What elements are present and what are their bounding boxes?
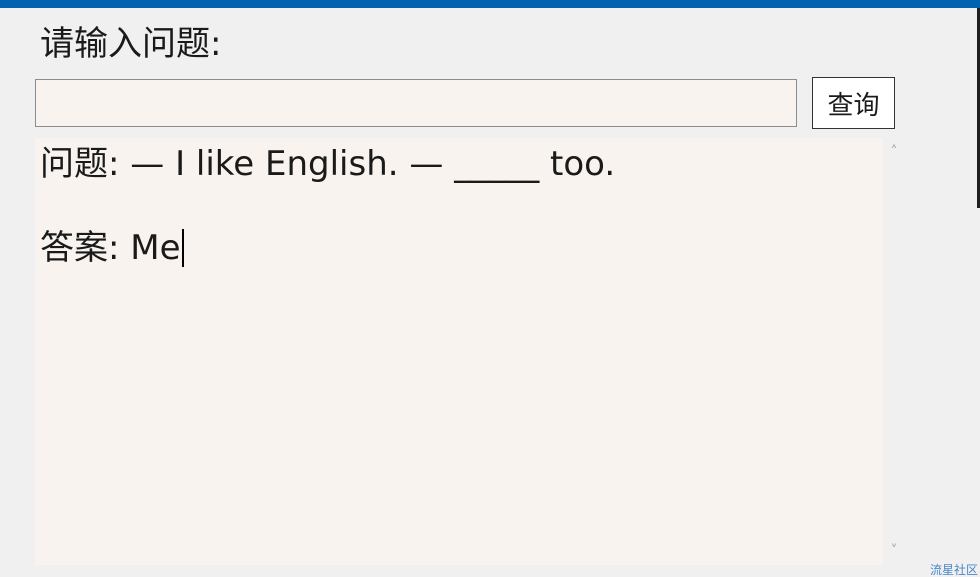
- vertical-scrollbar[interactable]: ˄ ˅: [883, 138, 905, 565]
- text-cursor: [181, 229, 184, 267]
- question-input[interactable]: [35, 79, 797, 127]
- window-title-bar: [0, 0, 980, 8]
- watermark-text: 流星社区: [929, 563, 978, 577]
- result-text-area[interactable]: 问题: — I like English. — _____ too. 答案: M…: [35, 138, 883, 565]
- query-button[interactable]: 查询: [812, 77, 895, 129]
- question-line: 问题: — I like English. — _____ too.: [40, 144, 616, 184]
- scroll-track[interactable]: [883, 166, 905, 537]
- answer-text: 答案: Me: [40, 228, 181, 268]
- answer-line: 答案: Me: [40, 224, 184, 272]
- scroll-up-arrow-icon[interactable]: ˄: [883, 141, 905, 163]
- question-prompt-label: 请输入问题:: [40, 24, 222, 64]
- scroll-down-arrow-icon[interactable]: ˅: [883, 540, 905, 562]
